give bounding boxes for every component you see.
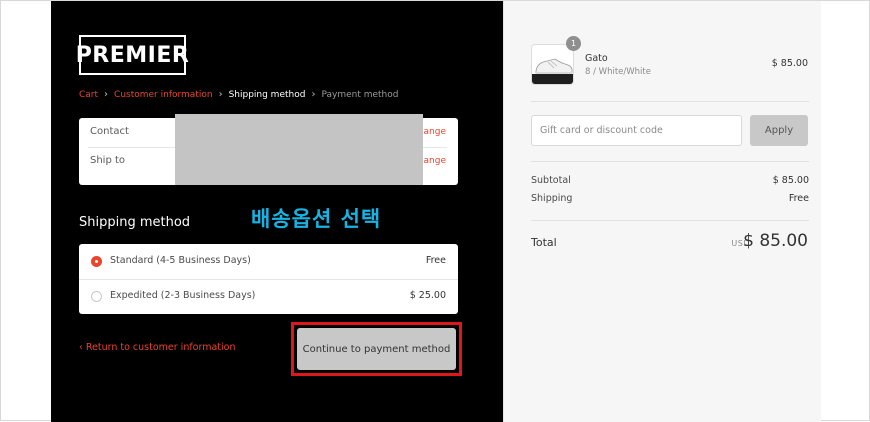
total-value: $ 85.00 (743, 231, 808, 251)
shipping-option-annotation: 배송옵션 선택 (251, 207, 382, 231)
continue-to-payment-button[interactable]: Continue to payment method (297, 328, 456, 370)
total-label: Total (531, 236, 557, 249)
highlight-box: Continue to payment method (291, 322, 462, 376)
sneaker-icon (532, 45, 573, 84)
subtotal-value: $ 85.00 (772, 175, 809, 186)
shipping-value: Free (788, 193, 809, 204)
redacted-block (175, 114, 423, 185)
shipping-option-standard[interactable]: Standard (4-5 Business Days) Free (79, 244, 458, 279)
breadcrumb-separator-icon: › (104, 89, 109, 100)
order-summary-panel: 1 Gato 8 / White/White $ 85.00 Apply Sub… (503, 1, 821, 422)
checkout-screen: PREMIER Cart › Customer information › Sh… (0, 0, 870, 422)
product-price: $ 85.00 (771, 58, 808, 69)
shipping-row: Shipping Free (531, 193, 809, 204)
contact-summary-box: Contact Change Ship to Change (79, 114, 458, 185)
divider (531, 101, 809, 102)
ship-to-label: Ship to (90, 155, 126, 166)
radio-unselected-icon[interactable] (91, 291, 102, 302)
shipping-method-heading: Shipping method (79, 215, 191, 230)
breadcrumb-customer-information[interactable]: Customer information (114, 90, 213, 100)
product-name: Gato (585, 53, 608, 64)
breadcrumb-separator-icon: › (218, 89, 223, 100)
discount-code-input[interactable] (531, 115, 742, 146)
subtotal-row: Subtotal $ 85.00 (531, 175, 809, 186)
shipping-label: Shipping (531, 193, 573, 204)
shipping-option-name: Expedited (2-3 Business Days) (110, 290, 256, 301)
return-to-customer-information-link[interactable]: ‹ Return to customer information (79, 342, 236, 353)
apply-discount-button[interactable]: Apply (750, 115, 808, 146)
breadcrumb-shipping-method: Shipping method (228, 89, 306, 100)
subtotal-label: Subtotal (531, 175, 571, 186)
quantity-badge: 1 (566, 36, 581, 51)
product-thumbnail (531, 44, 574, 85)
product-variant: 8 / White/White (585, 67, 651, 77)
shipping-options-list: Standard (4-5 Business Days) Free Expedi… (79, 244, 458, 314)
contact-label: Contact (90, 126, 129, 137)
premier-logo[interactable]: PREMIER (76, 35, 189, 75)
breadcrumb-cart[interactable]: Cart (79, 90, 98, 100)
shipping-option-price: Free (425, 255, 446, 266)
breadcrumb-separator-icon: › (311, 89, 316, 100)
checkout-main-panel: PREMIER Cart › Customer information › Sh… (51, 1, 503, 422)
radio-selected-icon[interactable] (91, 256, 102, 267)
breadcrumb-payment-method: Payment method (321, 89, 399, 100)
divider (531, 220, 809, 221)
breadcrumb: Cart › Customer information › Shipping m… (79, 89, 398, 100)
shipping-option-expedited[interactable]: Expedited (2-3 Business Days) $ 25.00 (79, 279, 458, 314)
shipping-option-name: Standard (4-5 Business Days) (110, 255, 251, 266)
shipping-option-price: $ 25.00 (409, 290, 446, 301)
divider (531, 161, 809, 162)
